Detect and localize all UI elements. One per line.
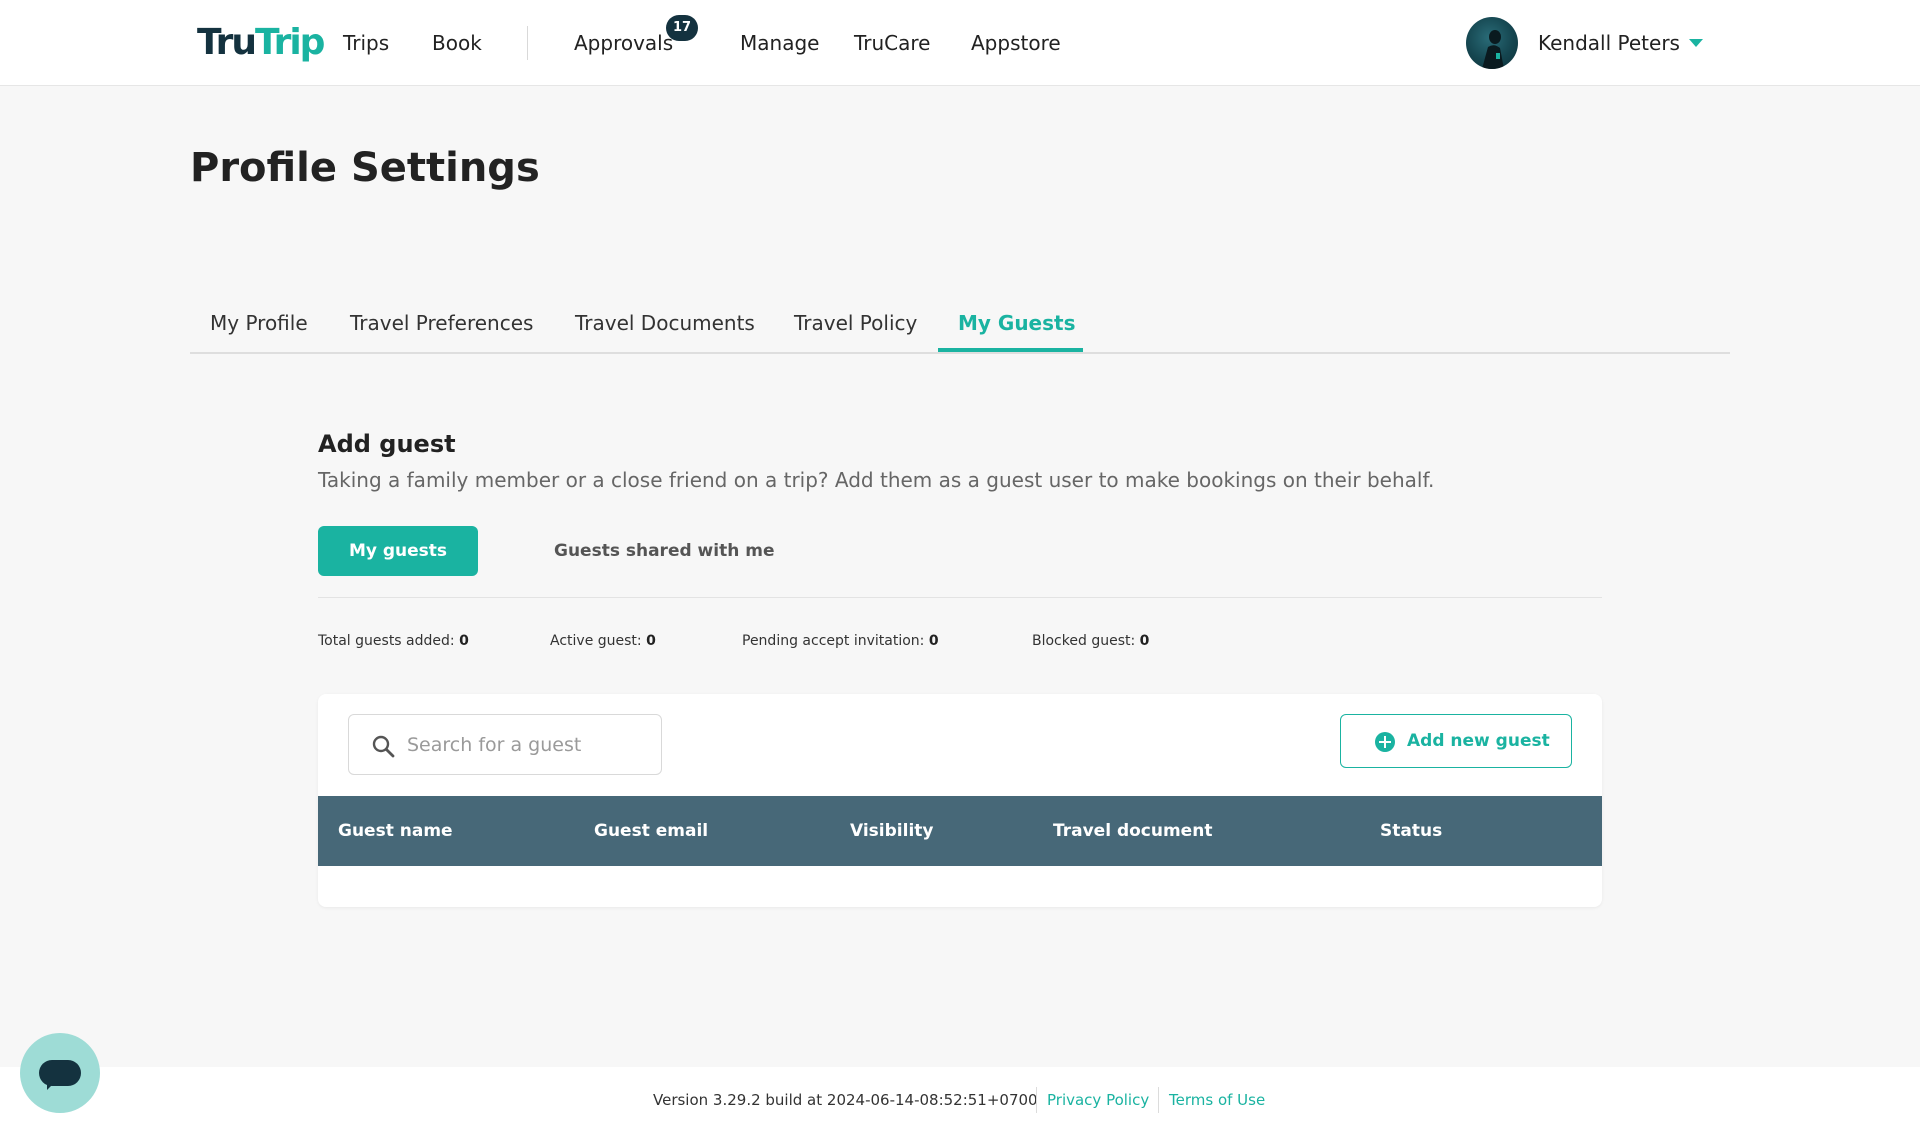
footer-privacy-link[interactable]: Privacy Policy [1047, 1090, 1149, 1110]
tab-travel-policy[interactable]: Travel Policy [794, 310, 917, 336]
guests-shared-with-me-button[interactable]: Guests shared with me [540, 526, 789, 576]
search-icon [372, 735, 395, 758]
avatar-person-icon [1482, 30, 1504, 69]
footer-version: Version 3.29.2 build at 2024-06-14-08:52… [653, 1091, 1038, 1109]
top-navigation-bar: TruTrip Trips Book Approvals 17 Manage T… [0, 0, 1920, 86]
add-guest-description: Taking a family member or a close friend… [318, 468, 1435, 492]
approvals-count-badge: 17 [666, 15, 698, 41]
add-new-guest-button[interactable]: Add new guest [1340, 714, 1572, 768]
guests-table-header: Guest name Guest email Visibility Travel… [318, 796, 1602, 866]
stat-pending-invitation: Pending accept invitation: 0 [742, 631, 939, 651]
guest-search-box[interactable] [348, 714, 662, 775]
guest-search-input[interactable] [405, 725, 645, 765]
tab-travel-documents[interactable]: Travel Documents [575, 310, 755, 336]
active-tab-indicator [938, 348, 1083, 352]
column-guest-email[interactable]: Guest email [594, 819, 708, 843]
stat-blocked-label: Blocked guest: [1032, 633, 1136, 649]
stat-active-label: Active guest: [550, 633, 642, 649]
chevron-down-icon[interactable] [1689, 39, 1703, 47]
logo-text-tru: Tru [197, 22, 257, 63]
chat-support-button[interactable] [20, 1033, 100, 1113]
logo-text-trip: Trip [254, 22, 325, 63]
column-travel-document[interactable]: Travel document [1053, 819, 1212, 843]
profile-tabs: My Profile Travel Preferences Travel Doc… [190, 296, 1730, 354]
column-visibility[interactable]: Visibility [850, 819, 934, 843]
stat-pending-value: 0 [928, 633, 939, 649]
nav-approvals[interactable]: Approvals [574, 30, 673, 56]
my-guests-button[interactable]: My guests [318, 526, 478, 576]
add-guest-title: Add guest [318, 430, 456, 458]
stat-total-value: 0 [459, 633, 469, 649]
nav-appstore[interactable]: Appstore [971, 30, 1061, 56]
chat-icon [39, 1060, 81, 1090]
section-divider [318, 597, 1602, 598]
page-footer: Version 3.29.2 build at 2024-06-14-08:52… [0, 1067, 1920, 1133]
add-new-guest-label: Add new guest [1407, 731, 1550, 751]
footer-separator [1036, 1087, 1037, 1113]
user-avatar[interactable] [1466, 17, 1518, 69]
column-guest-name[interactable]: Guest name [338, 819, 453, 843]
nav-divider [527, 26, 528, 60]
stat-blocked-value: 0 [1139, 633, 1150, 649]
page-title: Profile Settings [190, 145, 540, 191]
footer-separator [1158, 1087, 1159, 1113]
nav-book[interactable]: Book [432, 30, 482, 56]
footer-terms-link[interactable]: Terms of Use [1169, 1090, 1265, 1110]
tab-my-profile[interactable]: My Profile [210, 310, 308, 336]
trutrip-logo[interactable]: TruTrip [197, 18, 325, 68]
tab-travel-preferences[interactable]: Travel Preferences [350, 310, 533, 336]
stat-active-value: 0 [646, 633, 656, 649]
nav-manage[interactable]: Manage [740, 30, 819, 56]
nav-trucare[interactable]: TruCare [854, 30, 930, 56]
column-status[interactable]: Status [1380, 819, 1442, 843]
guests-table-card: Add new guest Guest name Guest email Vis… [318, 694, 1602, 907]
user-menu-name[interactable]: Kendall Peters [1538, 30, 1680, 56]
stat-pending-label: Pending accept invitation: [742, 633, 925, 649]
tab-my-guests[interactable]: My Guests [958, 310, 1076, 336]
nav-trips[interactable]: Trips [343, 30, 389, 56]
stat-total-label: Total guests added: [318, 633, 455, 649]
stat-active-guests: Active guest: 0 [550, 631, 656, 651]
stat-total-guests: Total guests added: 0 [318, 631, 469, 651]
plus-circle-icon [1375, 732, 1395, 752]
stat-blocked-guests: Blocked guest: 0 [1032, 631, 1149, 651]
